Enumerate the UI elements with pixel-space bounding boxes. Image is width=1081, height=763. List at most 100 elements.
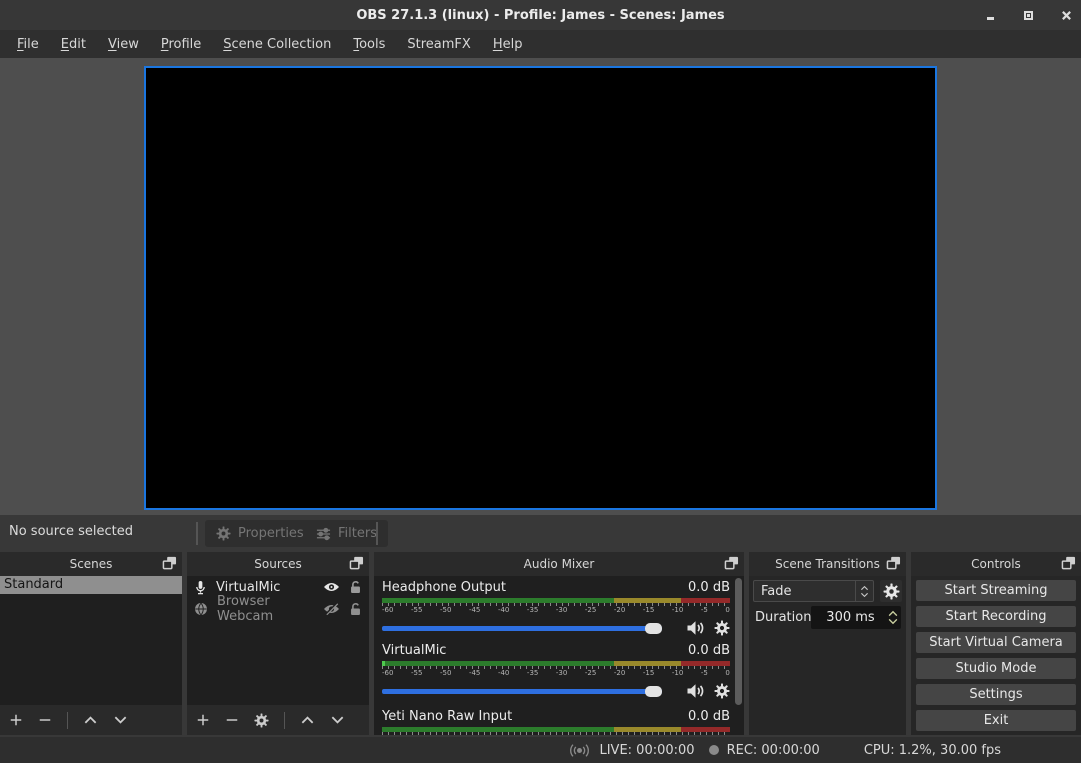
maximize-icon (1024, 11, 1033, 20)
controls-title: Controls (971, 557, 1021, 571)
volume-slider-handle[interactable] (645, 623, 662, 634)
sources-toolbar (187, 705, 369, 735)
volume-slider[interactable] (382, 626, 677, 631)
sources-list: VirtualMic Browser Webcam (187, 576, 369, 705)
spin-down-icon[interactable] (887, 618, 899, 625)
rec-time: REC: 00:00:00 (727, 743, 820, 758)
settings-button[interactable]: Settings (916, 684, 1076, 705)
minimize-button[interactable] (983, 8, 997, 22)
preview-canvas[interactable] (144, 66, 937, 510)
menu-scene-collection[interactable]: Scene Collection (212, 33, 342, 56)
meter-scale: -60-55-50-45-40-35-30-25-20-15-10-50 (382, 669, 730, 678)
volume-slider-handle[interactable] (645, 686, 662, 697)
properties-label: Properties (238, 526, 304, 541)
move-scene-down-button[interactable] (113, 715, 128, 725)
close-button[interactable] (1059, 8, 1073, 22)
visibility-eye-icon[interactable] (323, 581, 340, 593)
menu-streamfx[interactable]: StreamFX (396, 33, 481, 56)
remove-scene-button[interactable] (38, 713, 52, 727)
start-streaming-button[interactable]: Start Streaming (916, 580, 1076, 601)
meter-scale: -60-55-50-45-40-35-30-25-20-15-10-50 (382, 606, 730, 615)
menu-profile[interactable]: Profile (150, 33, 212, 56)
move-scene-up-button[interactable] (83, 715, 98, 725)
channel-level: 0.0 dB (688, 709, 730, 726)
toolbar-separator (376, 522, 378, 545)
gear-icon (883, 583, 900, 600)
spin-up-icon[interactable] (887, 610, 899, 617)
sources-header: Sources (187, 552, 369, 576)
channel-name: VirtualMic (382, 643, 446, 660)
mixer-channel-yeti-nano: Yeti Nano Raw Input 0.0 dB -60-55-50-45-… (382, 709, 730, 735)
remove-source-button[interactable] (225, 713, 239, 727)
menu-bar: File Edit View Profile Scene Collection … (0, 30, 1081, 58)
add-source-button[interactable] (196, 713, 210, 727)
move-source-down-button[interactable] (330, 715, 345, 725)
rec-status: REC: 00:00:00 (709, 743, 820, 758)
audio-mixer-title: Audio Mixer (524, 557, 595, 571)
speaker-icon[interactable] (686, 620, 705, 636)
volume-meter (382, 661, 730, 666)
chevron-up-icon (860, 585, 869, 591)
close-icon (1061, 10, 1072, 21)
source-name: Browser Webcam (217, 594, 314, 624)
toolbar-separator (284, 712, 285, 729)
mixer-channel-headphone-output: Headphone Output 0.0 dB -60-55-50-45-40-… (382, 580, 730, 637)
chevron-down-icon (860, 592, 869, 598)
channel-gear-icon[interactable] (714, 620, 730, 636)
preview-area (0, 58, 1081, 515)
maximize-button[interactable] (1021, 8, 1035, 22)
channel-name: Yeti Nano Raw Input (382, 709, 512, 726)
popout-icon (349, 556, 364, 570)
studio-mode-button[interactable]: Studio Mode (916, 658, 1076, 679)
source-properties-gear-icon[interactable] (254, 713, 269, 728)
volume-slider[interactable] (382, 689, 677, 694)
channel-level: 0.0 dB (688, 580, 730, 597)
record-dot-icon (709, 745, 719, 755)
visibility-eye-slash-icon[interactable] (323, 603, 340, 615)
exit-button[interactable]: Exit (916, 710, 1076, 731)
menu-tools[interactable]: Tools (342, 33, 396, 56)
channel-name: Headphone Output (382, 580, 506, 597)
lock-open-icon[interactable] (349, 580, 362, 594)
globe-icon (194, 602, 208, 616)
scene-transitions-header: Scene Transitions (749, 552, 906, 576)
source-status-label: No source selected (9, 524, 133, 539)
microphone-icon (194, 580, 207, 595)
speaker-icon[interactable] (686, 683, 705, 699)
duration-label: Duration (755, 610, 811, 625)
mixer-channel-virtualmic: VirtualMic 0.0 dB -60-55-50-45-40-35-30-… (382, 643, 730, 700)
menu-help[interactable]: Help (482, 33, 534, 56)
sources-panel: Sources VirtualMic Browser Webcam (187, 552, 369, 735)
volume-slider-fill (382, 689, 662, 694)
start-recording-button[interactable]: Start Recording (916, 606, 1076, 627)
scene-transitions-title: Scene Transitions (775, 557, 880, 571)
transition-select[interactable]: Fade (753, 580, 874, 602)
start-virtual-camera-button[interactable]: Start Virtual Camera (916, 632, 1076, 653)
duration-spinbox[interactable]: 300 ms (811, 606, 901, 629)
sources-title: Sources (254, 557, 301, 571)
scenes-title: Scenes (70, 557, 113, 571)
window-controls (983, 0, 1073, 30)
menu-view[interactable]: View (97, 33, 150, 56)
filters-icon (316, 527, 331, 541)
audio-mixer-scrollbar[interactable] (735, 578, 742, 705)
properties-button[interactable]: Properties (205, 520, 315, 547)
scenes-list: Standard (0, 576, 182, 705)
toolbar-separator (67, 712, 68, 729)
volume-meter (382, 598, 730, 603)
status-bar: LIVE: 00:00:00 REC: 00:00:00 CPU: 1.2%, … (0, 737, 1081, 763)
popout-icon (1061, 556, 1076, 570)
window-title: OBS 27.1.3 (linux) - Profile: James - Sc… (356, 8, 724, 23)
scene-item-standard[interactable]: Standard (0, 576, 182, 594)
source-item-browser-webcam[interactable]: Browser Webcam (187, 598, 369, 620)
menu-file[interactable]: File (6, 33, 50, 56)
move-source-up-button[interactable] (300, 715, 315, 725)
transition-properties-button[interactable] (880, 580, 902, 602)
transition-select-arrows[interactable] (855, 581, 873, 601)
source-toolbar: No source selected Properties Filters (0, 515, 1081, 552)
scenes-header: Scenes (0, 552, 182, 576)
menu-edit[interactable]: Edit (50, 33, 97, 56)
channel-gear-icon[interactable] (714, 683, 730, 699)
add-scene-button[interactable] (9, 713, 23, 727)
lock-open-icon[interactable] (349, 602, 362, 616)
